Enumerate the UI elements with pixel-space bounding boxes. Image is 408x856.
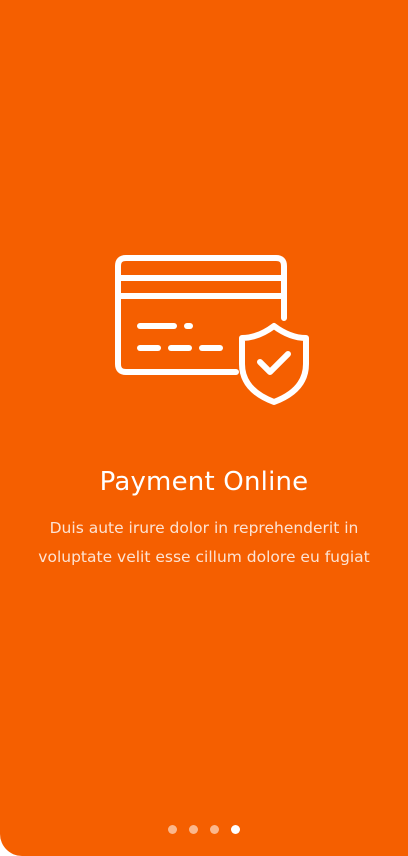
page-dot-4[interactable] — [231, 825, 240, 834]
page-indicator — [0, 825, 408, 835]
slide-title: Payment Online — [99, 467, 309, 497]
page-dot-1[interactable] — [168, 825, 177, 834]
page-dot-2[interactable] — [189, 825, 198, 834]
description-line: Duis aute irure dolor in reprehenderit i… — [49, 519, 359, 537]
description-line: voluptate velit esse cillum dolore eu fu… — [38, 548, 370, 566]
page-dot-3[interactable] — [210, 825, 219, 834]
slide-description: Duis aute irure dolor in reprehenderit i… — [24, 514, 384, 572]
onboarding-screen: Payment Online Duis aute irure dolor in … — [0, 0, 408, 856]
credit-card-shield-check-icon — [112, 252, 316, 412]
